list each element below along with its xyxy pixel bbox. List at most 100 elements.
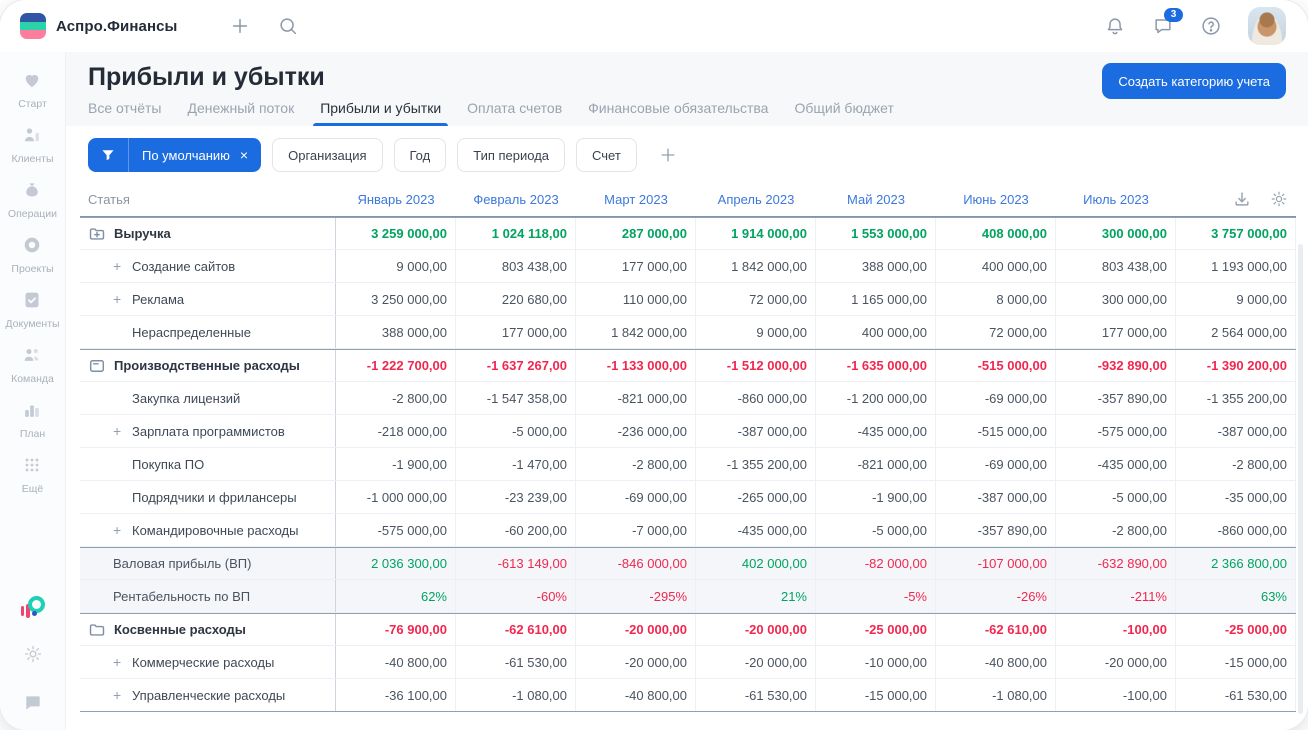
table-row: Производственные расходы -1 222 700,00 -1 … [80,349,1296,382]
sidebar-item-label: Ещё [21,482,44,495]
cell-value: -387 000,00 [696,415,816,447]
app-logo [20,13,46,39]
tab-1[interactable]: Денежный поток [187,100,294,126]
tab-4[interactable]: Финансовые обязательства [588,100,768,126]
sidebar-item-label: Проекты [11,262,54,275]
team-icon [22,345,42,370]
folder-icon[interactable] [88,621,106,639]
operations-icon [22,180,42,205]
sidebar-item-documents[interactable]: Документы [5,282,60,337]
cell-value: -357 890,00 [936,514,1056,546]
cell-value: -435 000,00 [696,514,816,546]
cell-value: 72 000,00 [936,316,1056,348]
avatar[interactable] [1248,7,1286,45]
tabs: Все отчёты Денежный поток Прибыли и убытки… [88,100,1286,126]
filter-button-1[interactable]: Год [393,138,447,172]
tab-0[interactable]: Все отчёты [88,100,161,126]
quick-add-button[interactable] [229,15,251,37]
table-row: Косвенные расходы -76 900,00 -62 610,00 -20… [80,613,1296,646]
create-category-button[interactable]: Создать категорию учета [1102,63,1286,99]
add-filter-button[interactable] [652,144,684,166]
sidebar-item-team[interactable]: Команда [5,337,59,392]
cell-value: -1 222 700,00 [336,350,456,381]
help-button[interactable] [1200,15,1222,37]
row-label[interactable]: + Реклама [80,283,336,315]
sidebar-item-more[interactable]: Ещё [5,447,59,502]
sidebar-item-projects[interactable]: Проекты [5,227,59,282]
expand-plus-icon[interactable]: + [113,688,121,702]
row-label[interactable]: + Зарплата программистов [80,415,336,447]
cell-value: -1 390 200,00 [1176,350,1296,381]
table-header-actions [1176,190,1296,208]
cell-value: -62 610,00 [936,614,1056,645]
cell-value: 9 000,00 [696,316,816,348]
tab-2[interactable]: Прибыли и убытки [313,100,449,126]
folder-minus-icon[interactable] [88,357,106,375]
expand-plus-icon[interactable]: + [113,655,121,669]
row-label[interactable]: Выручка [80,218,336,249]
table-row: Покупка ПО -1 900,00 -1 470,00 -2 800,00 -1 … [80,448,1296,481]
filter-chip-close-icon[interactable]: × [236,147,261,163]
topbar: Аспро.Финансы 3 [0,0,1308,52]
expand-plus-icon[interactable]: + [113,424,121,438]
filter-button-2[interactable]: Тип периода [457,138,566,172]
cell-value: -435 000,00 [1056,448,1176,480]
tab-5[interactable]: Общий бюджет [794,100,893,126]
cell-value: -632 890,00 [1056,548,1176,579]
filter-button-3[interactable]: Счет [576,138,637,172]
row-label[interactable]: Косвенные расходы [80,614,336,645]
export-button[interactable] [1233,190,1251,208]
row-label-text: Создание сайтов [132,258,236,274]
cell-value: -69 000,00 [936,382,1056,414]
expand-plus-icon[interactable]: + [113,292,121,306]
table-row: Выручка 3 259 000,00 1 024 118,00 287 000,0… [80,217,1296,250]
filter-chip-default[interactable]: По умолчанию × [88,138,262,172]
settings-button[interactable] [23,644,43,667]
search-button[interactable] [277,15,299,37]
cell-value: -613 149,00 [456,548,576,579]
tab-3[interactable]: Оплата счетов [467,100,562,126]
folder-plus-icon[interactable] [88,225,106,243]
sidebar-item-plan[interactable]: План [5,392,59,447]
cell-value: -387 000,00 [936,481,1056,513]
row-label[interactable]: + Управленческие расходы [80,679,336,711]
sidebar-item-clients[interactable]: Клиенты [5,117,59,172]
messages-button[interactable]: 3 [1152,8,1183,37]
cell-value: -107 000,00 [936,548,1056,579]
plus-icon [233,18,248,34]
notifications-button[interactable] [1104,15,1126,37]
cell-value: 9 000,00 [336,250,456,282]
cell-value: 1 553 000,00 [816,218,936,249]
row-label: Рентабельность по ВП [80,580,336,612]
cell-value: 803 438,00 [1056,250,1176,282]
cell-value: 9 000,00 [1176,283,1296,315]
cell-value: -1 470,00 [456,448,576,480]
cell-value: -7 000,00 [576,514,696,546]
bell-icon [1107,18,1123,35]
cell-value: 3 259 000,00 [336,218,456,249]
feedback-button[interactable] [23,693,43,716]
row-label[interactable]: + Командировочные расходы [80,514,336,546]
cell-value: -236 000,00 [576,415,696,447]
table-settings-button[interactable] [1270,190,1288,208]
cell-value: -2 800,00 [336,382,456,414]
cell-value: -15 000,00 [1176,646,1296,678]
column-header-month-4: Май 2023 [847,191,905,207]
cell-value: 2 366 800,00 [1176,548,1296,579]
cell-value: -435 000,00 [816,415,936,447]
row-label[interactable]: Производственные расходы [80,350,336,381]
expand-plus-icon[interactable]: + [113,259,121,273]
expand-plus-icon[interactable]: + [113,523,121,537]
row-label: Покупка ПО [80,448,336,480]
sidebar-item-operations[interactable]: Операции [5,172,59,227]
filter-button-0[interactable]: Организация [272,138,383,172]
row-label[interactable]: + Коммерческие расходы [80,646,336,678]
cell-value: 220 680,00 [456,283,576,315]
cell-value: -1 080,00 [936,679,1056,711]
app-name: Аспро.Финансы [56,17,178,35]
row-label[interactable]: + Создание сайтов [80,250,336,282]
cell-value: 62% [336,580,456,612]
sidebar-item-start[interactable]: Старт [5,62,59,117]
column-header-article: Статья [88,191,130,207]
row-label-text: Реклама [132,291,185,307]
